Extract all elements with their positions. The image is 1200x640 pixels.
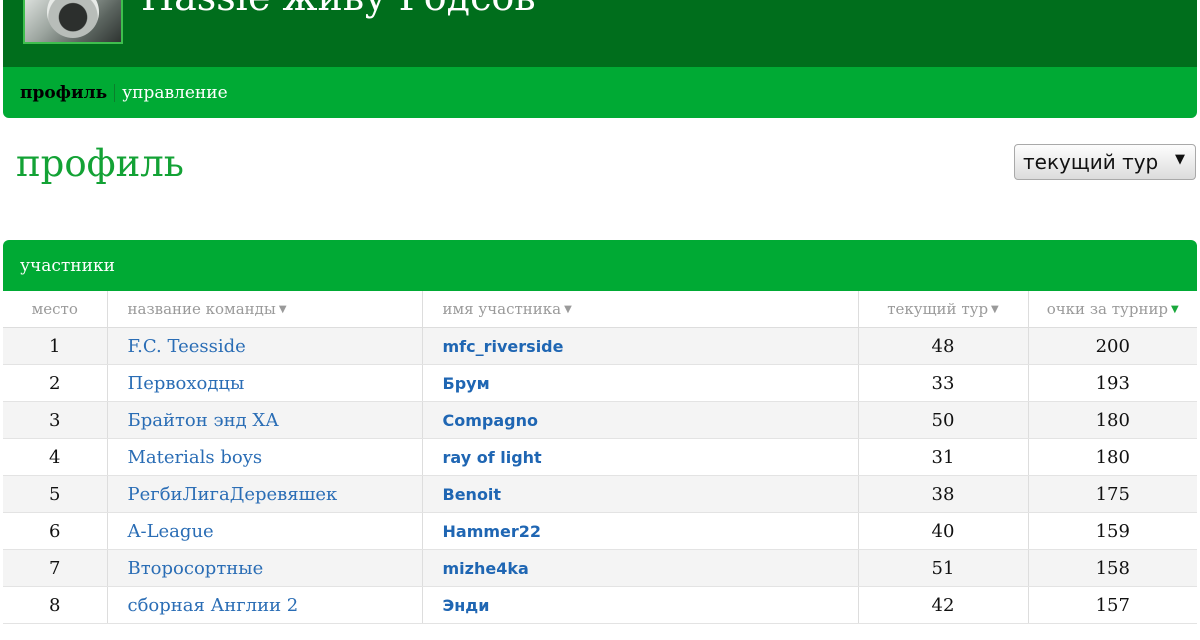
cell-points: 200 [1028,327,1197,365]
page-title: профиль [16,142,184,185]
cell-points: 193 [1028,364,1197,402]
column-header-team-label: название команды [127,300,276,318]
column-header-place-label: место [31,300,78,318]
member-link[interactable]: mfc_riverside [422,327,859,365]
site-header: Hassle живу Годсов профиль управление [3,0,1197,118]
column-header-current[interactable]: текущий тур ▼ [858,291,1029,328]
cell-place: 1 [3,327,108,365]
cell-points: 175 [1028,475,1197,513]
cell-current-round: 42 [858,586,1029,624]
team-link[interactable]: Второсортные [107,549,423,587]
column-header-member[interactable]: имя участника ▼ [422,291,859,328]
header-banner: Hassle живу Годсов [3,0,1197,67]
sort-icon: ▼ [564,304,572,315]
cell-current-round: 50 [858,401,1029,439]
main-nav: профиль управление [3,67,1197,118]
table-row: 1 F.C. Teesside mfc_riverside 48 200 [3,327,1197,365]
member-link[interactable]: Hammer22 [422,512,859,550]
cell-current-round: 33 [858,364,1029,402]
cell-current-round: 38 [858,475,1029,513]
table-row: 5 РегбиЛигаДеревяшек Benoit 38 175 [3,475,1197,513]
member-link[interactable]: ray of light [422,438,859,476]
table-header-row: место название команды ▼ имя участника ▼ т… [3,291,1197,328]
column-header-team[interactable]: название команды ▼ [107,291,423,328]
nav-item-profile[interactable]: профиль [20,83,107,103]
cell-points: 157 [1028,586,1197,624]
panel-title: участники [3,240,1197,291]
participants-panel: участники место название команды ▼ имя уч… [3,240,1197,640]
column-header-points-label: очки за турнир [1046,300,1169,318]
table-row: 3 Брайтон энд ХА Compagno 50 180 [3,401,1197,439]
member-link[interactable]: Брум [422,364,859,402]
team-link[interactable]: Брайтон энд ХА [107,401,423,439]
member-link[interactable]: mizhe4ka [422,549,859,587]
team-link[interactable]: РегбиЛигаДеревяшек [107,475,423,513]
sort-active-icon: ▼ [1171,304,1179,315]
table-row: 4 Materials boys ray of light 31 180 [3,438,1197,476]
sort-icon: ▼ [991,304,999,315]
cell-points: 180 [1028,401,1197,439]
nav-item-management[interactable]: управление [122,83,228,103]
round-select-value: текущий тур [1023,150,1159,174]
participants-table: место название команды ▼ имя участника ▼ т… [3,291,1197,624]
cell-place: 5 [3,475,108,513]
member-link[interactable]: Энди [422,586,859,624]
column-header-current-label: текущий тур [887,300,989,318]
member-link[interactable]: Compagno [422,401,859,439]
member-link[interactable]: Benoit [422,475,859,513]
cell-place: 2 [3,364,108,402]
column-header-place: место [3,291,108,328]
caret-down-icon: ▼ [1175,152,1185,167]
table-row: 6 A-League Hammer22 40 159 [3,512,1197,550]
cell-current-round: 51 [858,549,1029,587]
site-title: Hassle живу Годсов [141,0,536,16]
table-row: 7 Второсортные mizhe4ka 51 158 [3,549,1197,587]
cell-place: 3 [3,401,108,439]
cell-current-round: 48 [858,327,1029,365]
column-header-member-label: имя участника [442,300,562,318]
team-link[interactable]: A-League [107,512,423,550]
cell-place: 4 [3,438,108,476]
team-link[interactable]: Первоходцы [107,364,423,402]
column-header-points[interactable]: очки за турнир ▼ [1028,291,1197,328]
avatar-image [47,0,99,38]
team-link[interactable]: Materials boys [107,438,423,476]
table-row: 2 Первоходцы Брум 33 193 [3,364,1197,402]
cell-place: 6 [3,512,108,550]
round-select[interactable]: текущий тур ▼ [1014,144,1196,180]
cell-points: 180 [1028,438,1197,476]
cell-place: 7 [3,549,108,587]
avatar[interactable] [23,0,123,44]
team-link[interactable]: сборная Англии 2 [107,586,423,624]
nav-divider [114,83,116,102]
sort-icon: ▼ [278,304,287,315]
cell-place: 8 [3,586,108,624]
table-row: 8 сборная Англии 2 Энди 42 157 [3,586,1197,624]
cell-points: 159 [1028,512,1197,550]
cell-current-round: 40 [858,512,1029,550]
cell-points: 158 [1028,549,1197,587]
team-link[interactable]: F.C. Teesside [107,327,423,365]
cell-current-round: 31 [858,438,1029,476]
